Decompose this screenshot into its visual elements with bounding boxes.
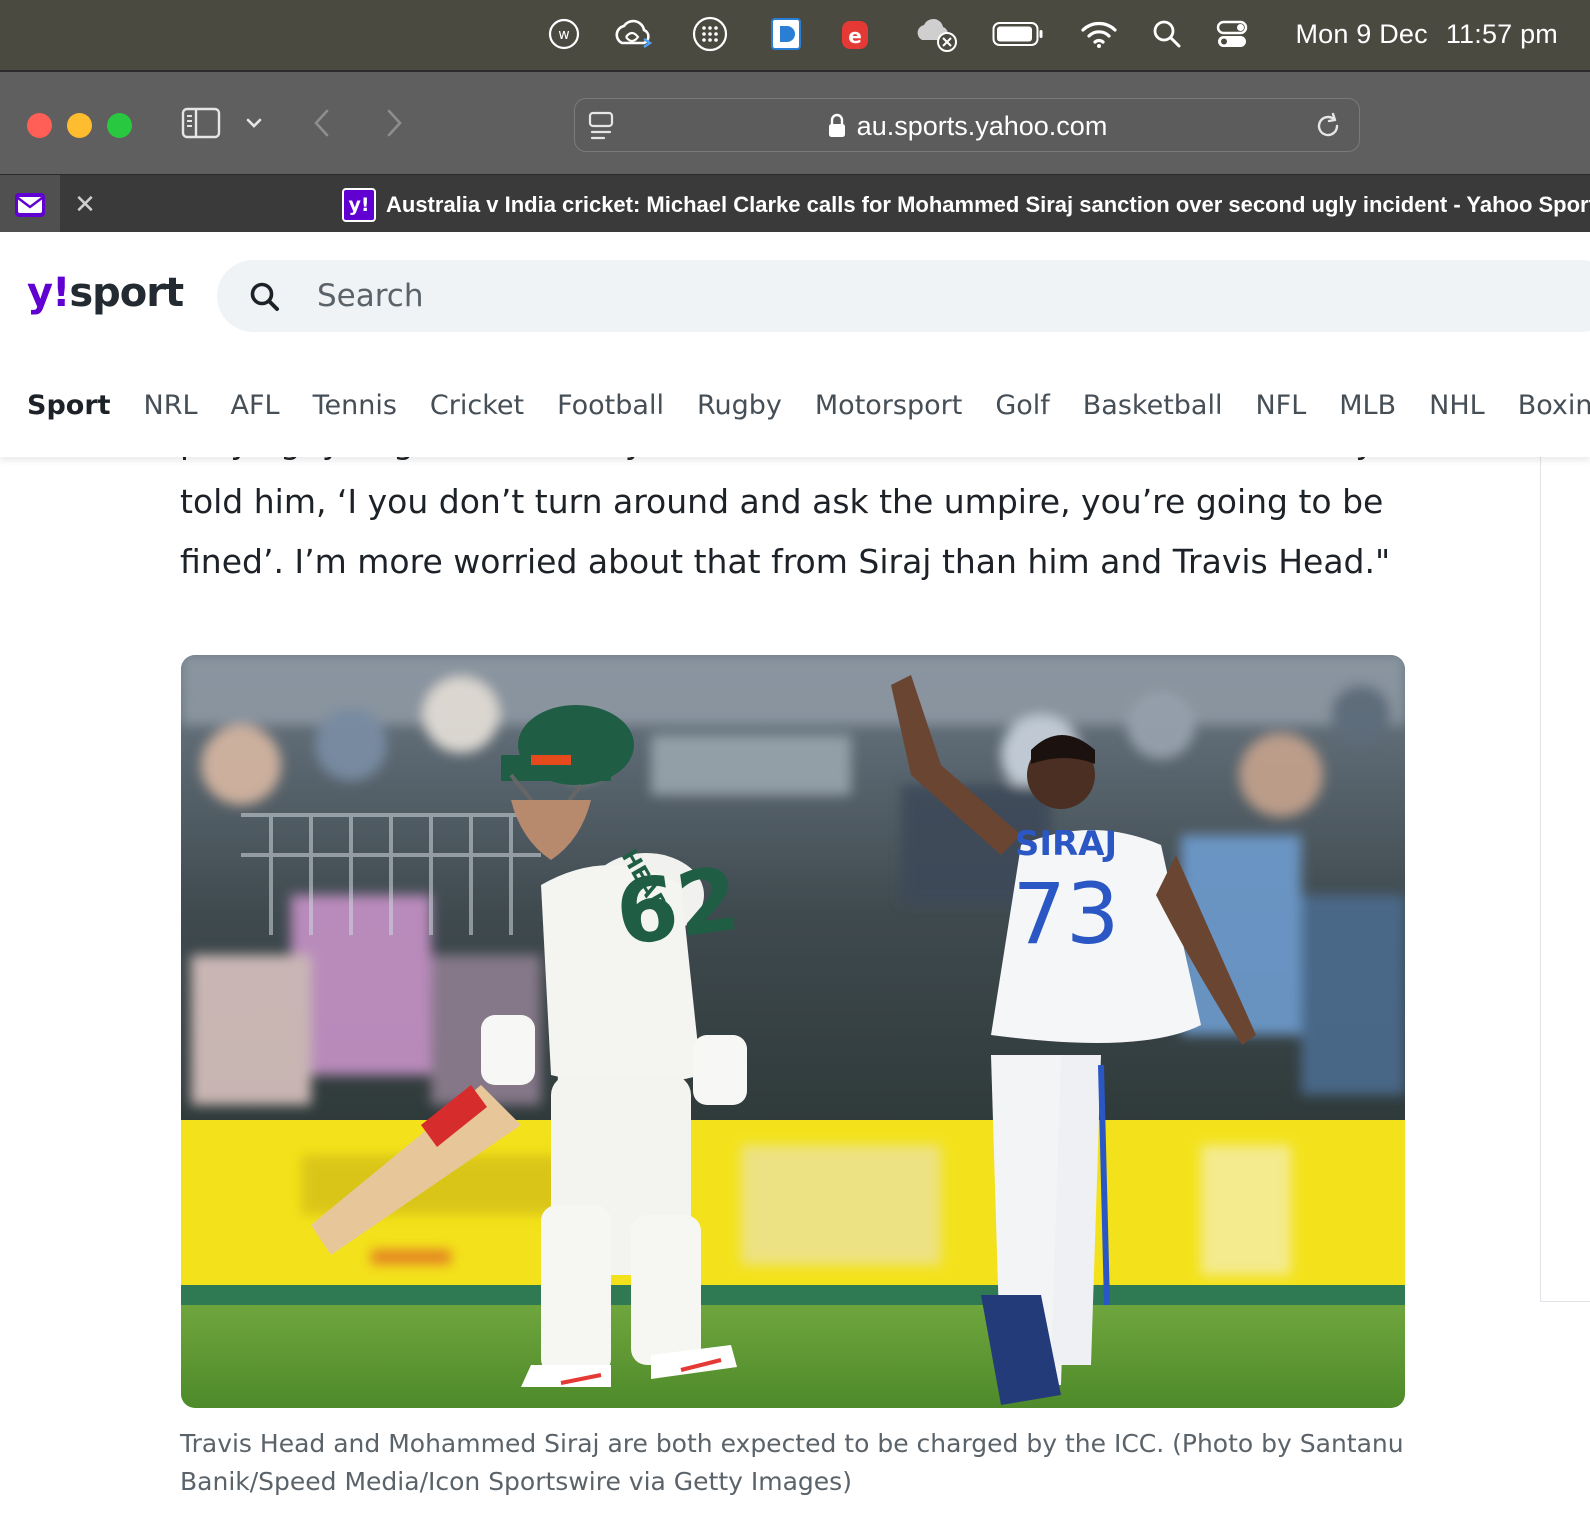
- menubar-clock[interactable]: Mon 9 Dec 11:57 pm: [1295, 14, 1558, 54]
- nav-item-football[interactable]: Football: [557, 390, 664, 421]
- caption-line: Travis Head and Mohammed Siraj are both …: [180, 1429, 1404, 1458]
- reload-icon[interactable]: [1313, 111, 1343, 141]
- nav-item-rugby[interactable]: Rugby: [697, 390, 782, 421]
- address-bar[interactable]: au.sports.yahoo.com: [574, 98, 1360, 152]
- menu-bar: w e Mon 9 Dec 11:57 pm: [0, 0, 1590, 70]
- paragraph-line: fined’. I’m more worried about that from…: [180, 542, 1391, 581]
- close-tab-icon[interactable]: ✕: [70, 175, 100, 235]
- svg-text:e: e: [848, 24, 862, 48]
- pinned-tab-mail[interactable]: [0, 175, 60, 235]
- nav-item-basketball[interactable]: Basketball: [1083, 390, 1223, 421]
- lock-icon: [828, 113, 845, 137]
- nav-item-nfl[interactable]: NFL: [1255, 390, 1306, 421]
- creative-cloud-icon[interactable]: [612, 14, 656, 54]
- menubar-date: Mon 9 Dec: [1295, 18, 1428, 49]
- zoom-window-button[interactable]: [107, 113, 132, 138]
- search-icon: [250, 282, 279, 311]
- tab-active[interactable]: y! Australia v India cricket: Michael Cl…: [342, 175, 1590, 235]
- nav-item-nhl[interactable]: NHL: [1429, 390, 1485, 421]
- nav-item-afl[interactable]: AFL: [231, 390, 280, 421]
- browser-toolbar: au.sports.yahoo.com ✕ y! Australia v Ind…: [0, 70, 1590, 235]
- siraj-jersey-name: SIRAJ: [1015, 824, 1117, 864]
- search-placeholder: Search: [317, 278, 424, 314]
- paragraph-line: playing, you get fined every time. Brett…: [180, 457, 1420, 472]
- right-rail-divider-foot: [1540, 1301, 1590, 1302]
- forward-icon[interactable]: [380, 106, 408, 140]
- tab-bar: ✕ y! Australia v India cricket: Michael …: [0, 174, 1590, 235]
- logo-y: y!: [27, 270, 70, 316]
- yahoo-favicon: y!: [342, 188, 376, 222]
- launchpad-icon[interactable]: [692, 14, 728, 54]
- article-paragraph: playing, you get fined every time. Brett…: [180, 457, 1420, 592]
- cricket-photo-illustration: 62 HEAD SIRAJ 73: [181, 655, 1405, 1408]
- e-app-icon[interactable]: e: [840, 14, 870, 54]
- wifi-icon[interactable]: [1080, 14, 1118, 54]
- nav-item-golf[interactable]: Golf: [995, 390, 1049, 421]
- article-photo[interactable]: 62 HEAD SIRAJ 73: [181, 655, 1405, 1408]
- minimize-window-button[interactable]: [67, 113, 92, 138]
- back-icon[interactable]: [308, 106, 336, 140]
- nav-item-cricket[interactable]: Cricket: [430, 390, 524, 421]
- mail-icon: [15, 193, 45, 217]
- nav-item-mlb[interactable]: MLB: [1339, 390, 1396, 421]
- sport-nav: Sport NRL AFL Tennis Cricket Football Rugby Mot…: [27, 380, 1590, 430]
- search-input[interactable]: Search: [217, 260, 1590, 332]
- siraj-jersey-number: 73: [1013, 865, 1120, 963]
- battery-icon[interactable]: [992, 14, 1044, 54]
- nav-item-tennis[interactable]: Tennis: [313, 390, 397, 421]
- svg-text:w: w: [558, 27, 569, 43]
- logo-sport: sport: [69, 270, 184, 316]
- nav-item-motorsport[interactable]: Motorsport: [815, 390, 962, 421]
- close-window-button[interactable]: [27, 113, 52, 138]
- w-circle-icon[interactable]: w: [548, 14, 580, 54]
- sidebar-toggle-icon[interactable]: [180, 106, 222, 140]
- url-text-container[interactable]: au.sports.yahoo.com: [575, 99, 1359, 153]
- article-body: playing, you get fined every time. Brett…: [0, 457, 1590, 1526]
- paragraph-line: told him, ‘I you don’t turn around and a…: [180, 482, 1384, 521]
- chevron-down-icon[interactable]: [242, 110, 266, 136]
- control-center-icon[interactable]: [1216, 14, 1248, 54]
- tab-title-text: Australia v India cricket: Michael Clark…: [386, 192, 1590, 217]
- yahoo-sport-logo[interactable]: y! sport: [27, 266, 184, 320]
- nav-item-nrl[interactable]: NRL: [144, 390, 198, 421]
- right-rail-divider: [1540, 457, 1541, 1302]
- spotlight-icon[interactable]: [1152, 14, 1182, 54]
- nav-item-sport[interactable]: Sport: [27, 390, 111, 421]
- menubar-time: 11:57 pm: [1445, 18, 1558, 49]
- cloud-error-icon[interactable]: [914, 14, 960, 54]
- photo-caption: Travis Head and Mohammed Siraj are both …: [180, 1425, 1404, 1501]
- caption-line: Banik/Speed Media/Icon Sportswire via Ge…: [180, 1467, 852, 1496]
- nav-item-boxing[interactable]: Boxing: [1518, 390, 1590, 421]
- dash-icon[interactable]: [770, 14, 802, 54]
- url-text: au.sports.yahoo.com: [856, 110, 1108, 141]
- site-header: y! sport Search Sport NRL AFL Tennis Cricket F…: [0, 232, 1590, 457]
